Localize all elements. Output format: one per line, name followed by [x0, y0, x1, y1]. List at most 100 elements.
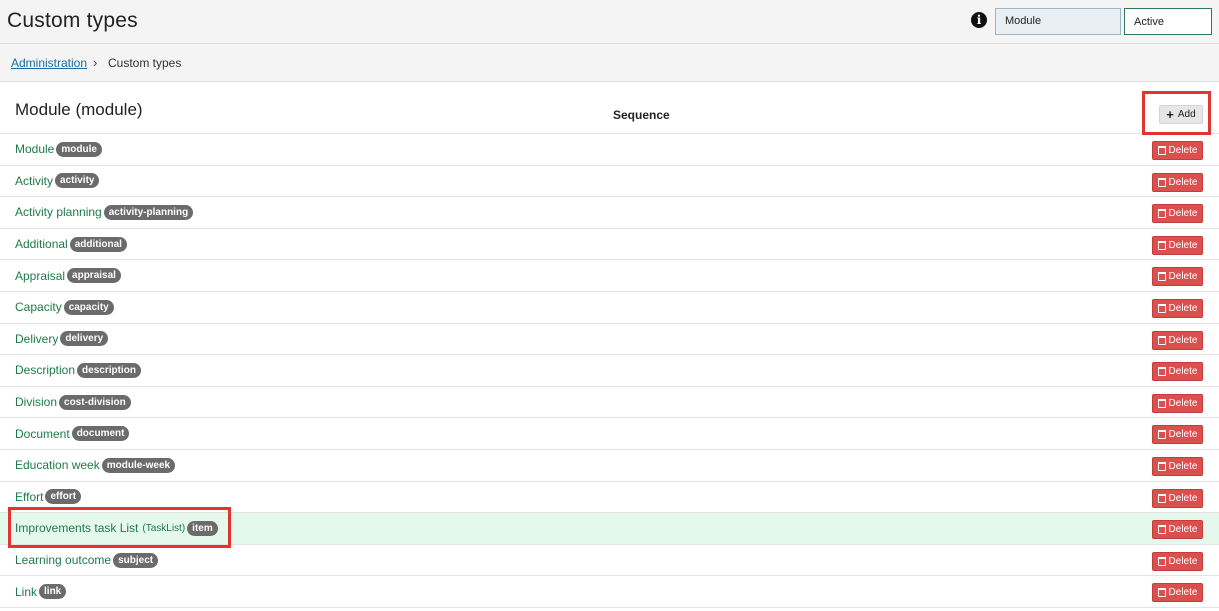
- row-label: Activity planning activity-planning: [15, 197, 194, 228]
- custom-type-link[interactable]: Additional: [15, 237, 68, 251]
- custom-type-link[interactable]: Document: [15, 427, 70, 441]
- delete-button[interactable]: Delete: [1152, 141, 1203, 160]
- trash-icon: [1157, 240, 1166, 250]
- delete-button[interactable]: Delete: [1152, 330, 1203, 350]
- sequence-column-header: Sequence: [613, 108, 670, 122]
- type-key-badge: activity-planning: [103, 204, 194, 220]
- custom-type-link[interactable]: Education week: [15, 458, 100, 472]
- type-key-badge: item: [187, 520, 218, 536]
- delete-button[interactable]: Delete: [1152, 551, 1203, 571]
- table-row: Delivery delivery Delete: [0, 324, 1219, 356]
- trash-icon: [1157, 303, 1166, 313]
- type-key-badge: module-week: [101, 457, 176, 473]
- trash-icon: [1157, 430, 1166, 440]
- breadcrumb-current: Custom types: [108, 56, 182, 70]
- breadcrumb-separator-icon: ›: [93, 55, 98, 70]
- custom-type-link[interactable]: Link: [15, 585, 37, 599]
- trash-icon: [1157, 177, 1166, 187]
- delete-button[interactable]: Delete: [1152, 204, 1203, 224]
- custom-types-panel: Module (module) Sequence + Add Module mod…: [0, 82, 1219, 608]
- delete-button-label: Delete: [1168, 366, 1198, 378]
- delete-button-label: Delete: [1168, 397, 1198, 409]
- delete-button[interactable]: Delete: [1152, 267, 1203, 287]
- trash-icon: [1157, 335, 1166, 345]
- custom-type-link[interactable]: Improvements task List: [15, 521, 138, 535]
- custom-type-link[interactable]: Learning outcome: [15, 553, 111, 567]
- row-label: Learning outcome subject: [15, 545, 159, 576]
- custom-type-link[interactable]: Delivery: [15, 332, 58, 346]
- table-row: Division cost-division Delete: [0, 387, 1219, 419]
- trash-icon: [1157, 461, 1166, 471]
- breadcrumb: Administration › Custom types: [0, 44, 1219, 82]
- delete-button-label: Delete: [1168, 271, 1198, 283]
- trash-icon: [1157, 493, 1166, 503]
- custom-type-link[interactable]: Activity planning: [15, 205, 102, 219]
- delete-button[interactable]: Delete: [1152, 520, 1203, 540]
- custom-type-link[interactable]: Capacity: [15, 300, 62, 314]
- table-row: Link link Delete: [0, 576, 1219, 608]
- delete-button[interactable]: Delete: [1152, 456, 1203, 476]
- breadcrumb-administration-link[interactable]: Administration: [11, 56, 87, 70]
- custom-type-link[interactable]: Description: [15, 363, 75, 377]
- section-header: Module (module) Sequence + Add: [0, 82, 1219, 135]
- table-row: Capacity capacity Delete: [0, 292, 1219, 324]
- section-title: Module (module): [15, 100, 143, 119]
- custom-type-link[interactable]: Appraisal: [15, 269, 65, 283]
- table-row: Appraisal appraisal Delete: [0, 260, 1219, 292]
- table-row: Improvements task List (TaskList) item Dele…: [0, 513, 1219, 545]
- row-label: Improvements task List (TaskList) item: [15, 513, 218, 544]
- info-icon[interactable]: i: [971, 12, 987, 28]
- trash-icon: [1157, 398, 1166, 408]
- custom-type-link[interactable]: Activity: [15, 174, 53, 188]
- delete-button[interactable]: Delete: [1152, 583, 1203, 603]
- table-row: Module module Delete: [0, 134, 1219, 166]
- row-label: Delivery delivery: [15, 324, 109, 355]
- table-row: Document document Delete: [0, 418, 1219, 450]
- custom-type-link[interactable]: Division: [15, 395, 57, 409]
- type-key-badge: appraisal: [67, 268, 121, 284]
- type-key-badge: cost-division: [59, 394, 131, 410]
- page-header: Custom types i Module Active: [0, 0, 1219, 44]
- row-label: Effort effort: [15, 482, 82, 513]
- plus-icon: +: [1166, 106, 1174, 122]
- custom-types-list: Module module Delete Activity activity Delete…: [0, 134, 1219, 608]
- row-label: Division cost-division: [15, 387, 131, 418]
- trash-icon: [1157, 367, 1166, 377]
- delete-button[interactable]: Delete: [1152, 425, 1203, 445]
- trash-icon: [1157, 272, 1166, 282]
- row-label: Activity activity: [15, 166, 100, 197]
- type-key-badge: activity: [55, 173, 100, 189]
- delete-button[interactable]: Delete: [1152, 362, 1203, 382]
- type-key-badge: description: [77, 362, 141, 378]
- type-key-badge: delivery: [60, 331, 109, 347]
- row-label: Module module: [15, 134, 102, 165]
- trash-icon: [1157, 146, 1166, 155]
- row-label: Capacity capacity: [15, 292, 114, 323]
- trash-icon: [1157, 588, 1166, 598]
- custom-type-link[interactable]: Effort: [15, 490, 43, 504]
- table-row: Description description Delete: [0, 355, 1219, 387]
- row-label: Description description: [15, 355, 141, 386]
- type-key-badge: subject: [113, 552, 159, 568]
- custom-type-link[interactable]: Module: [15, 142, 54, 156]
- delete-button-label: Delete: [1168, 176, 1198, 188]
- delete-button-label: Delete: [1168, 524, 1198, 536]
- delete-button-label: Delete: [1168, 460, 1198, 472]
- row-label: Additional additional: [15, 229, 127, 260]
- delete-button[interactable]: Delete: [1152, 235, 1203, 255]
- delete-button[interactable]: Delete: [1152, 172, 1203, 192]
- trash-icon: [1157, 525, 1166, 535]
- add-button[interactable]: + Add: [1159, 105, 1203, 124]
- delete-button[interactable]: Delete: [1152, 298, 1203, 318]
- status-select[interactable]: Active: [1124, 8, 1212, 35]
- table-row: Learning outcome subject Delete: [0, 545, 1219, 577]
- module-type-select[interactable]: Module: [995, 8, 1121, 35]
- type-key-badge: effort: [45, 489, 82, 505]
- delete-button[interactable]: Delete: [1152, 488, 1203, 508]
- type-key-badge: link: [39, 584, 67, 600]
- delete-button-label: Delete: [1168, 239, 1198, 251]
- row-label: Link link: [15, 576, 67, 607]
- trash-icon: [1157, 556, 1166, 566]
- delete-button[interactable]: Delete: [1152, 393, 1203, 413]
- table-row: Education week module-week Delete: [0, 450, 1219, 482]
